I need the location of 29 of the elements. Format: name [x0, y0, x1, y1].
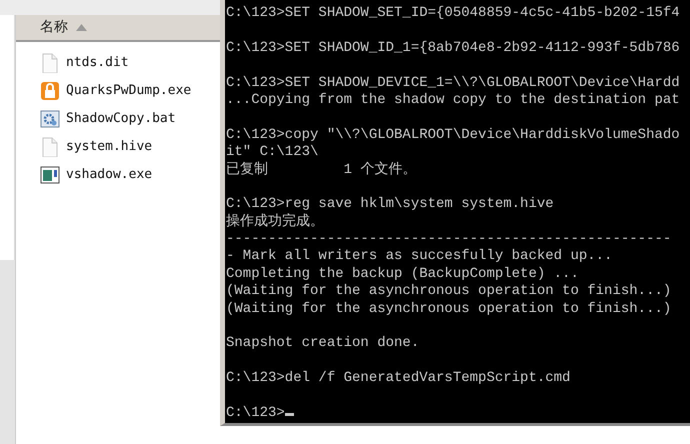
console-line: it" C:\123\ — [226, 144, 318, 160]
console-line: C:\123>reg save hklm\system system.hive — [226, 196, 554, 212]
console-line: C:\123>del /f GeneratedVarsTempScript.cmd — [226, 370, 570, 386]
file-name[interactable]: QuarksPwDump.exe — [66, 81, 192, 101]
console-line: 操作成功完成。 — [226, 214, 324, 230]
file-name[interactable]: system.hive — [66, 137, 152, 157]
lock-icon — [40, 81, 60, 101]
name-column-header[interactable]: 名称 — [16, 15, 220, 42]
gear-script-icon — [40, 109, 60, 129]
console-line: C:\123> — [226, 404, 285, 421]
sort-up-icon — [76, 24, 87, 31]
file-name[interactable]: vshadow.exe — [66, 165, 152, 185]
console-line: Completing the backup (BackupComplete) ... — [226, 266, 579, 282]
console-line: - Mark all writers as succesfully backed up... — [226, 248, 612, 264]
console-line: 已复制 1 个文件。 — [226, 162, 416, 178]
app-window-icon — [40, 165, 60, 185]
console-line: C:\123>SET SHADOW_DEVICE_1=\\?\GLOBALROOT\Device\Hardd — [226, 74, 680, 91]
console-line: ----------------------------------------------------- — [226, 231, 672, 248]
console-line: C:\123>SET SHADOW_SET_ID={05048859-4c5c-41b5-b202-15f4 — [226, 5, 680, 21]
console-line: (Waiting for the asynchronous operation to finish...) — [226, 283, 672, 300]
file-name[interactable]: ShadowCopy.bat — [66, 109, 176, 129]
console-line: (Waiting for the asynchronous operation to finish...) — [226, 300, 672, 317]
file-name[interactable]: ntds.dit — [66, 53, 129, 73]
console-line: ...Copying from the shadow copy to the destination pat — [226, 92, 680, 108]
console-line: C:\123>SET SHADOW_ID_1={8ab704e8-2b92-4112-993f-5db786 — [226, 40, 680, 56]
blank-file-icon — [40, 53, 60, 73]
blank-file-icon — [40, 137, 60, 157]
console-line: C:\123>copy "\\?\GLOBALROOT\Device\HarddiskVolumeShado — [226, 126, 680, 143]
console-line: Snapshot creation done. — [226, 335, 420, 352]
